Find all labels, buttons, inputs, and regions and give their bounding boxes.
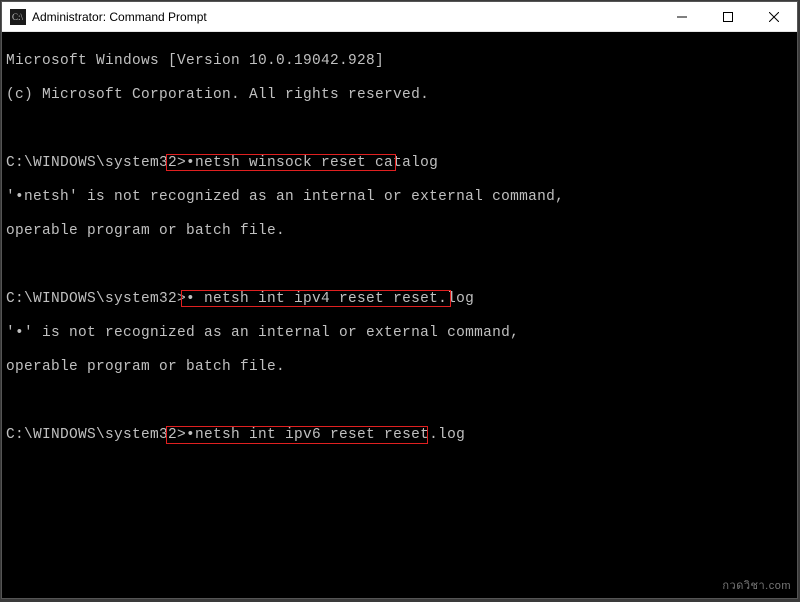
prompt: C:\WINDOWS\system32> bbox=[6, 155, 186, 171]
window-controls bbox=[659, 2, 797, 31]
version-line: Microsoft Windows [Version 10.0.19042.92… bbox=[6, 53, 793, 70]
command-2: • netsh int ipv4 reset reset.log bbox=[186, 291, 474, 307]
titlebar[interactable]: C:\ Administrator: Command Prompt bbox=[2, 2, 797, 32]
watermark: กวดวิชา.com bbox=[722, 576, 791, 594]
command-prompt-window: C:\ Administrator: Command Prompt Micros… bbox=[1, 1, 798, 599]
maximize-button[interactable] bbox=[705, 2, 751, 32]
cmd-icon: C:\ bbox=[10, 9, 26, 25]
prompt: C:\WINDOWS\system32> bbox=[6, 427, 186, 443]
prompt: C:\WINDOWS\system32> bbox=[6, 291, 186, 307]
terminal-output[interactable]: Microsoft Windows [Version 10.0.19042.92… bbox=[2, 32, 797, 482]
error-text: operable program or batch file. bbox=[6, 359, 793, 376]
minimize-button[interactable] bbox=[659, 2, 705, 32]
window-title: Administrator: Command Prompt bbox=[32, 10, 659, 24]
close-button[interactable] bbox=[751, 2, 797, 32]
error-text: '•netsh' is not recognized as an interna… bbox=[6, 189, 793, 206]
command-3: •netsh int ipv6 reset reset.log bbox=[186, 427, 465, 443]
error-text: operable program or batch file. bbox=[6, 223, 793, 240]
error-text: '•' is not recognized as an internal or … bbox=[6, 325, 793, 342]
copyright-line: (c) Microsoft Corporation. All rights re… bbox=[6, 87, 793, 104]
svg-text:C:\: C:\ bbox=[12, 12, 24, 22]
command-1: •netsh winsock reset catalog bbox=[186, 155, 438, 171]
